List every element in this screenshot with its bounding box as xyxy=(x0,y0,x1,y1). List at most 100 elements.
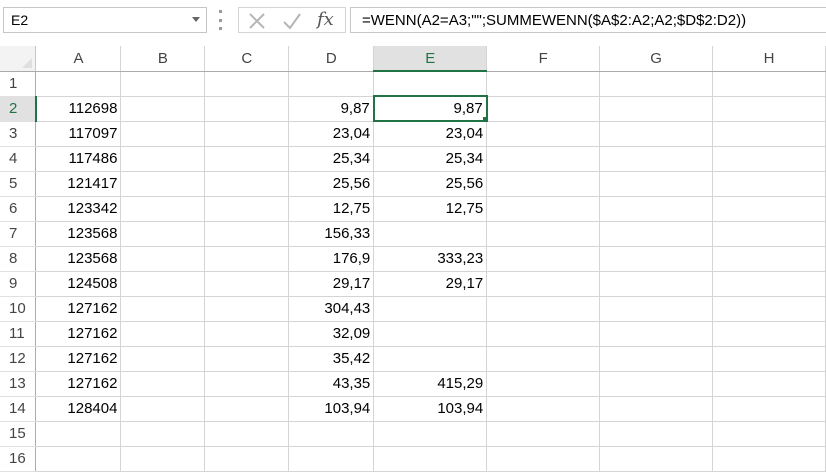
cell-d6[interactable]: 12,75 xyxy=(288,196,375,222)
checkmark-icon[interactable] xyxy=(282,11,302,31)
cell-d5[interactable]: 25,56 xyxy=(288,171,375,197)
cell-a8[interactable]: 123568 xyxy=(35,246,122,272)
cell-h7[interactable] xyxy=(712,221,826,247)
cell-e4[interactable]: 25,34 xyxy=(373,146,488,172)
cell-e14[interactable]: 103,94 xyxy=(373,396,488,422)
row-header[interactable]: 15 xyxy=(0,421,37,447)
cell-c13[interactable] xyxy=(204,371,290,397)
cell-g12[interactable] xyxy=(599,346,714,372)
cell-g4[interactable] xyxy=(599,146,714,172)
formula-input[interactable]: =WENN(A2=A3;"";SUMMEWENN($A$2:A2;A2;$D$2… xyxy=(350,7,826,33)
row-header[interactable]: 6 xyxy=(0,196,37,222)
cell-d9[interactable]: 29,17 xyxy=(288,271,375,297)
cell-h12[interactable] xyxy=(712,346,826,372)
cell-f14[interactable] xyxy=(486,396,601,422)
column-header-f[interactable]: F xyxy=(486,46,601,72)
cell-f11[interactable] xyxy=(486,321,601,347)
cell-h15[interactable] xyxy=(712,421,826,447)
cell-d13[interactable]: 43,35 xyxy=(288,371,375,397)
cell-g3[interactable] xyxy=(599,121,714,147)
cell-a13[interactable]: 127162 xyxy=(35,371,122,397)
cell-a11[interactable]: 127162 xyxy=(35,321,122,347)
cell-g14[interactable] xyxy=(599,396,714,422)
cell-g9[interactable] xyxy=(599,271,714,297)
cell-g2[interactable] xyxy=(599,96,714,122)
row-header[interactable]: 10 xyxy=(0,296,37,322)
cell-h9[interactable] xyxy=(712,271,826,297)
cell-b15[interactable] xyxy=(120,421,206,447)
cell-d10[interactable]: 304,43 xyxy=(288,296,375,322)
cell-c4[interactable] xyxy=(204,146,290,172)
cell-d4[interactable]: 25,34 xyxy=(288,146,375,172)
cell-a1[interactable] xyxy=(35,71,122,97)
cell-d8[interactable]: 176,9 xyxy=(288,246,375,272)
cell-a6[interactable]: 123342 xyxy=(35,196,122,222)
cell-h14[interactable] xyxy=(712,396,826,422)
cell-e10[interactable] xyxy=(373,296,488,322)
cell-g5[interactable] xyxy=(599,171,714,197)
cell-g7[interactable] xyxy=(599,221,714,247)
cell-a12[interactable]: 127162 xyxy=(35,346,122,372)
column-header-b[interactable]: B xyxy=(120,46,206,72)
chevron-down-icon[interactable] xyxy=(192,17,200,22)
cell-a14[interactable]: 128404 xyxy=(35,396,122,422)
select-all-corner[interactable] xyxy=(0,46,37,72)
cell-h5[interactable] xyxy=(712,171,826,197)
cell-a5[interactable]: 121417 xyxy=(35,171,122,197)
cell-a10[interactable]: 127162 xyxy=(35,296,122,322)
cell-a2[interactable]: 112698 xyxy=(35,96,122,122)
cell-c6[interactable] xyxy=(204,196,290,222)
cell-a15[interactable] xyxy=(35,421,122,447)
cell-f4[interactable] xyxy=(486,146,601,172)
cell-c16[interactable] xyxy=(204,446,290,472)
cell-b13[interactable] xyxy=(120,371,206,397)
cell-h11[interactable] xyxy=(712,321,826,347)
column-header-g[interactable]: G xyxy=(599,46,714,72)
cell-f7[interactable] xyxy=(486,221,601,247)
row-header[interactable]: 1 xyxy=(0,71,37,97)
cell-g10[interactable] xyxy=(599,296,714,322)
cell-b7[interactable] xyxy=(120,221,206,247)
cell-c11[interactable] xyxy=(204,321,290,347)
cell-a16[interactable] xyxy=(35,446,122,472)
cell-e12[interactable] xyxy=(373,346,488,372)
cell-e6[interactable]: 12,75 xyxy=(373,196,488,222)
cell-e1[interactable] xyxy=(373,71,488,97)
cell-a3[interactable]: 117097 xyxy=(35,121,122,147)
cell-e2[interactable]: 9,87 xyxy=(372,95,488,122)
cell-a4[interactable]: 117486 xyxy=(35,146,122,172)
cell-f16[interactable] xyxy=(486,446,601,472)
row-header[interactable]: 8 xyxy=(0,246,37,272)
cell-h2[interactable] xyxy=(712,96,826,122)
cell-g15[interactable] xyxy=(599,421,714,447)
cell-c5[interactable] xyxy=(204,171,290,197)
cell-h1[interactable] xyxy=(712,71,826,97)
cell-c14[interactable] xyxy=(204,396,290,422)
cell-e8[interactable]: 333,23 xyxy=(373,246,488,272)
cell-f6[interactable] xyxy=(486,196,601,222)
cell-c3[interactable] xyxy=(204,121,290,147)
cell-b5[interactable] xyxy=(120,171,206,197)
cell-b2[interactable] xyxy=(120,96,206,122)
cell-a9[interactable]: 124508 xyxy=(35,271,122,297)
row-header[interactable]: 3 xyxy=(0,121,37,147)
cell-h13[interactable] xyxy=(712,371,826,397)
cell-e11[interactable] xyxy=(373,321,488,347)
row-header[interactable]: 2 xyxy=(0,96,37,122)
cell-b3[interactable] xyxy=(120,121,206,147)
grip-icon[interactable] xyxy=(219,10,222,30)
row-header[interactable]: 12 xyxy=(0,346,37,372)
row-header[interactable]: 13 xyxy=(0,371,37,397)
cell-b4[interactable] xyxy=(120,146,206,172)
cell-f2[interactable] xyxy=(486,96,601,122)
cell-e7[interactable] xyxy=(373,221,488,247)
cell-c1[interactable] xyxy=(204,71,290,97)
row-header[interactable]: 4 xyxy=(0,146,37,172)
cell-e3[interactable]: 23,04 xyxy=(373,121,488,147)
cell-f1[interactable] xyxy=(486,71,601,97)
cell-b14[interactable] xyxy=(120,396,206,422)
cell-b9[interactable] xyxy=(120,271,206,297)
row-header[interactable]: 9 xyxy=(0,271,37,297)
cell-c12[interactable] xyxy=(204,346,290,372)
cell-h6[interactable] xyxy=(712,196,826,222)
